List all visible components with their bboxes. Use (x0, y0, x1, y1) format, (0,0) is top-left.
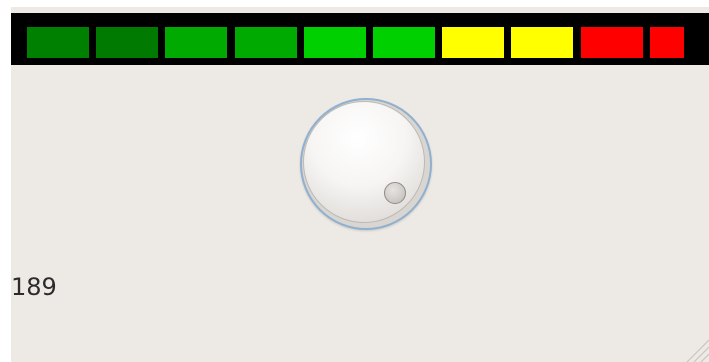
meter-segment (303, 27, 366, 58)
resize-grip-icon[interactable] (679, 332, 709, 362)
meter-segment (511, 27, 574, 58)
meter-segment (649, 27, 685, 58)
level-meter (11, 13, 709, 65)
meter-segment (442, 27, 505, 58)
meter-segment (96, 27, 159, 58)
meter-segment (27, 27, 89, 58)
meter-segment (234, 27, 297, 58)
dial-knob-face (303, 101, 425, 223)
meter-segment (580, 27, 643, 58)
dial-knob[interactable] (300, 98, 432, 230)
meter-segment (165, 27, 228, 58)
value-readout: 189 (11, 273, 57, 301)
app-window: 189 (11, 7, 709, 362)
dial-indicator-icon (384, 182, 406, 204)
meter-segment (373, 27, 435, 58)
